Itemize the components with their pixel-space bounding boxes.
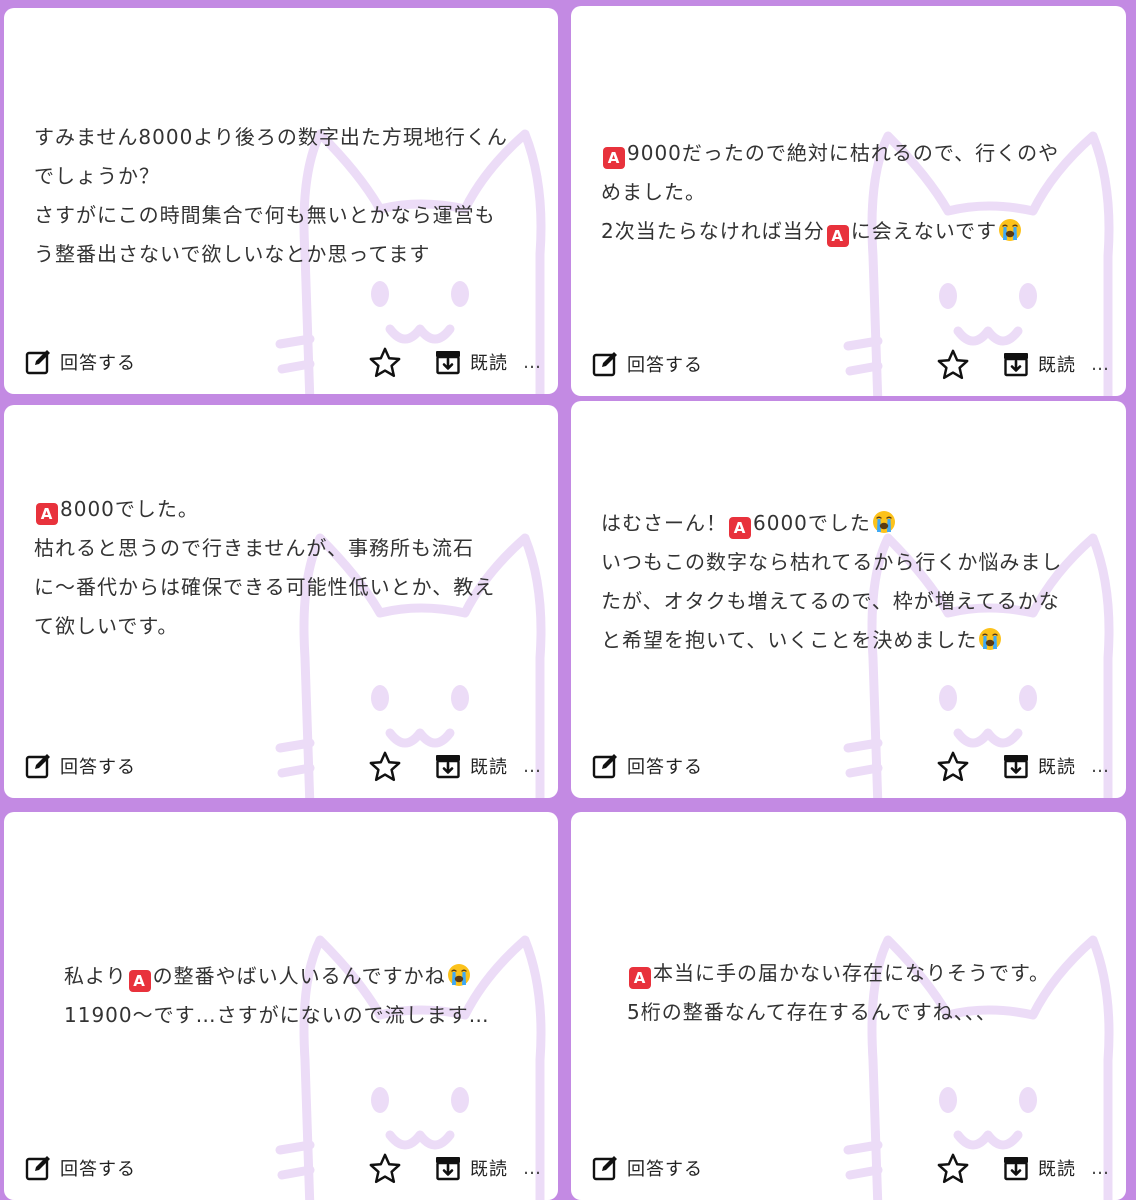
mark-read-button[interactable]: 既読 <box>1002 350 1076 378</box>
mark-read-button[interactable]: 既読 <box>434 348 508 376</box>
question-card-5: 私より A の整番やばい人いるんですかね 11900〜です…さすがにないので流します… <box>4 812 558 1200</box>
answer-button[interactable]: 回答する <box>24 1154 136 1182</box>
message-segment: 私より <box>64 964 127 988</box>
a-button-emoji-icon: A <box>629 967 651 989</box>
message-text: A 9000だったので絶対に枯れるので、行くのや めました。 2次当たらなければ当… <box>601 134 1106 251</box>
favorite-button[interactable] <box>936 1152 970 1190</box>
message-text: 私より A の整番やばい人いるんですかね 11900〜です…さすがにないので流します… <box>64 957 538 1035</box>
answer-label: 回答する <box>60 353 136 374</box>
answer-label: 回答する <box>60 757 136 778</box>
question-card-6: A 本当に手の届かない存在になりそうです。 5桁の整番なんて存在するんですね、、、… <box>571 812 1126 1200</box>
star-icon <box>937 349 969 380</box>
message-segment: 本当に手の届かない存在になりそうです。 5桁の整番なんて存在するんですね、、、 <box>627 961 1050 1024</box>
edit-icon <box>25 1156 50 1181</box>
answer-button[interactable]: 回答する <box>591 752 703 780</box>
answer-label: 回答する <box>627 1159 703 1180</box>
archive-icon <box>1004 353 1028 377</box>
mark-read-button[interactable]: 既読 <box>1002 752 1076 780</box>
answer-label: 回答する <box>627 757 703 778</box>
a-button-emoji-icon: A <box>826 225 849 247</box>
answer-button[interactable]: 回答する <box>24 752 136 780</box>
a-button-emoji-icon: A <box>729 517 751 539</box>
question-card-1: すみません8000より後ろの数字出た方現地行くん でしょうか？ さすがにこの時間… <box>4 8 558 394</box>
read-label: 既読 <box>1038 757 1076 778</box>
more-button[interactable]: … <box>523 352 542 373</box>
message-segment: 8000でした。 枯れると思うので行きませんが、事務所も流石 に〜番代からは確保… <box>34 497 496 638</box>
archive-icon <box>1004 755 1028 779</box>
message-text: はむさーん！ A 6000でした いつもこの数字なら枯れてるから行くか悩みまし たが… <box>601 504 1106 660</box>
question-card-2: A 9000だったので絶対に枯れるので、行くのや めました。 2次当たらなければ当… <box>571 6 1126 396</box>
card-actions: 回答する 既読 … <box>591 348 1110 382</box>
more-button[interactable]: … <box>523 756 542 777</box>
message-segment: 11900〜です…さすがにないので流します… <box>64 1003 490 1027</box>
answer-button[interactable]: 回答する <box>591 350 703 378</box>
edit-icon <box>592 352 617 377</box>
favorite-button[interactable] <box>368 346 402 384</box>
read-label: 既読 <box>1038 355 1076 376</box>
card-actions: 回答する 既読 … <box>24 346 542 380</box>
read-label: 既読 <box>470 1159 508 1180</box>
archive-icon <box>436 351 460 375</box>
message-segment: 6000でした <box>753 511 871 535</box>
edit-icon <box>25 754 50 779</box>
message-text: A 本当に手の届かない存在になりそうです。 5桁の整番なんて存在するんですね、、、 <box>627 954 1106 1032</box>
answer-button[interactable]: 回答する <box>24 348 136 376</box>
star-icon <box>937 751 969 782</box>
answer-label: 回答する <box>60 1159 136 1180</box>
edit-icon <box>592 1156 617 1181</box>
loudly-crying-face-icon <box>447 964 470 986</box>
more-button[interactable]: … <box>1091 1158 1110 1179</box>
read-label: 既読 <box>470 757 508 778</box>
more-button[interactable]: … <box>523 1158 542 1179</box>
favorite-button[interactable] <box>368 750 402 788</box>
loudly-crying-face-icon <box>999 219 1022 241</box>
answer-button[interactable]: 回答する <box>591 1154 703 1182</box>
a-button-emoji-icon: A <box>128 970 151 992</box>
card-actions: 回答する 既読 … <box>24 1152 542 1186</box>
card-actions: 回答する 既読 … <box>591 750 1110 784</box>
message-text: すみません8000より後ろの数字出た方現地行くん でしょうか？ さすがにこの時間… <box>34 118 538 274</box>
answer-label: 回答する <box>627 355 703 376</box>
more-button[interactable]: … <box>1091 756 1110 777</box>
question-card-4: はむさーん！ A 6000でした いつもこの数字なら枯れてるから行くか悩みまし たが… <box>571 401 1126 798</box>
archive-icon <box>436 1157 460 1181</box>
loudly-crying-face-icon <box>979 628 1002 650</box>
read-label: 既読 <box>1038 1159 1076 1180</box>
star-icon <box>369 751 401 782</box>
star-icon <box>369 1153 401 1184</box>
archive-icon <box>436 755 460 779</box>
message-segment: に会えないです <box>850 219 998 243</box>
read-label: 既読 <box>470 353 508 374</box>
message-segment: の整番やばい人いるんですかね <box>152 964 446 988</box>
star-icon <box>937 1153 969 1184</box>
more-button[interactable]: … <box>1091 354 1110 375</box>
favorite-button[interactable] <box>368 1152 402 1190</box>
message-segment: はむさーん！ <box>601 511 727 535</box>
card-actions: 回答する 既読 … <box>591 1152 1110 1186</box>
question-card-3: A 8000でした。 枯れると思うので行きませんが、事務所も流石 に〜番代からは確… <box>4 405 558 798</box>
loudly-crying-face-icon <box>872 511 895 533</box>
mark-read-button[interactable]: 既読 <box>1002 1154 1076 1182</box>
message-text: A 8000でした。 枯れると思うので行きませんが、事務所も流石 に〜番代からは確… <box>34 490 538 646</box>
a-button-emoji-icon: A <box>36 503 58 525</box>
edit-icon <box>25 350 50 375</box>
edit-icon <box>592 754 617 779</box>
mark-read-button[interactable]: 既読 <box>434 1154 508 1182</box>
message-segment: すみません8000より後ろの数字出た方現地行くん でしょうか？ さすがにこの時間… <box>34 125 508 266</box>
card-actions: 回答する 既読 … <box>24 750 542 784</box>
archive-icon <box>1004 1157 1028 1181</box>
favorite-button[interactable] <box>936 348 970 386</box>
star-icon <box>369 347 401 378</box>
favorite-button[interactable] <box>936 750 970 788</box>
a-button-emoji-icon: A <box>603 147 625 169</box>
mark-read-button[interactable]: 既読 <box>434 752 508 780</box>
